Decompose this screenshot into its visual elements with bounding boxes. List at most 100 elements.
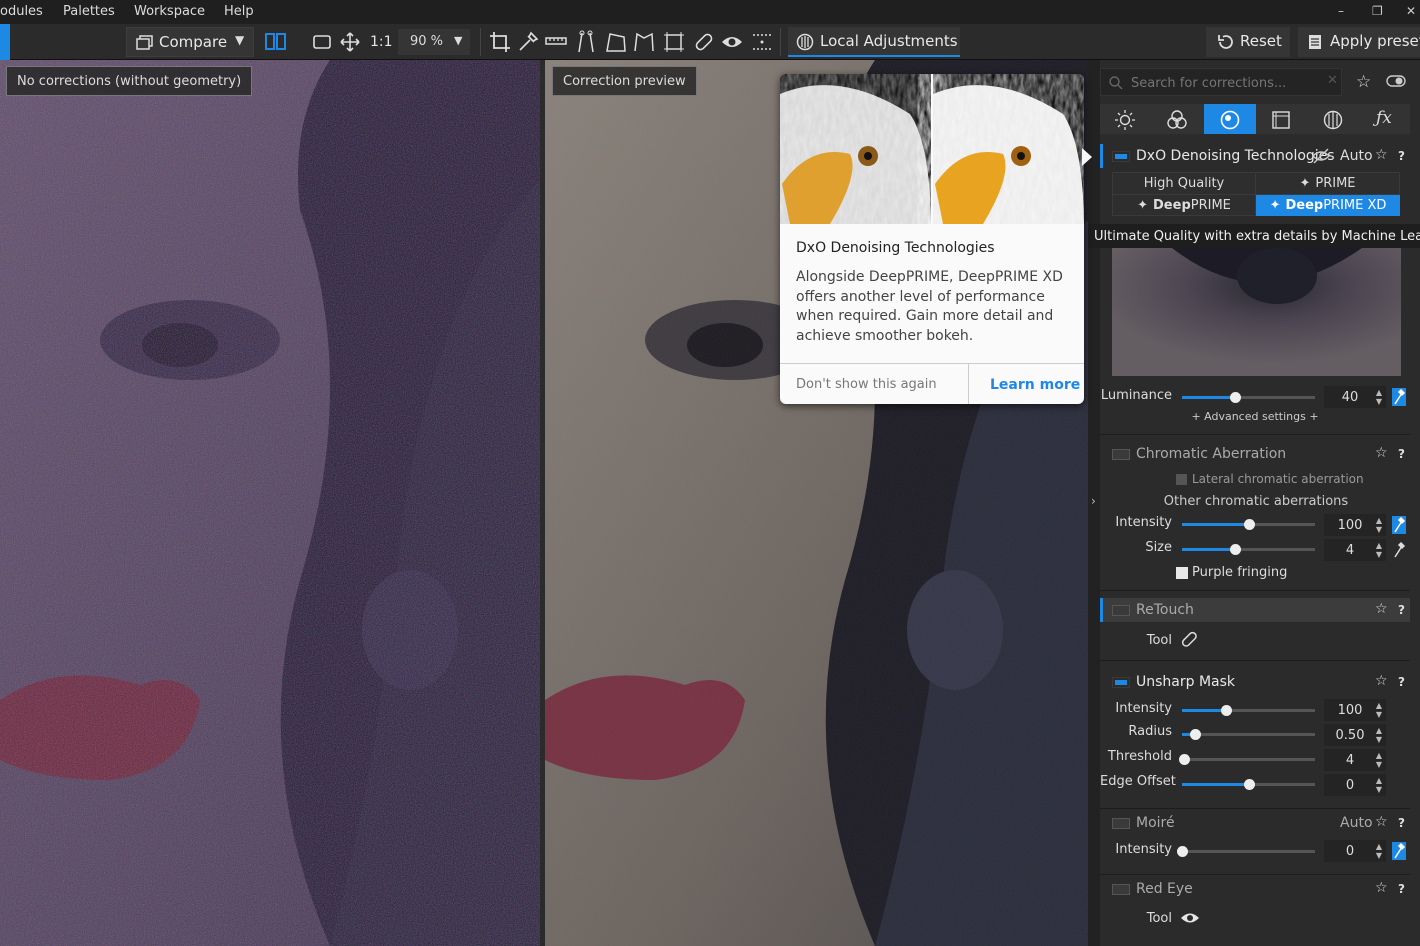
auto-wand-icon[interactable] xyxy=(1392,541,1406,559)
dont-show-again-button[interactable]: Don't show this again xyxy=(796,377,937,392)
restore-icon[interactable]: ❐ xyxy=(1372,4,1383,18)
unsharp-help-icon[interactable]: ? xyxy=(1398,675,1405,689)
panel-collapse-strip[interactable]: › xyxy=(1088,60,1100,946)
auto-wand-icon[interactable] xyxy=(1392,516,1406,534)
toggle-icon[interactable] xyxy=(1386,74,1406,88)
sl-um-edge-knob[interactable] xyxy=(1243,779,1255,790)
retouch-favorite-icon[interactable]: ☆ xyxy=(1375,601,1388,617)
show-mask-icon[interactable] xyxy=(750,30,774,54)
menu-workspace[interactable]: Workspace xyxy=(134,4,205,19)
ca-intensity-input[interactable]: 100 ▲ ▼ xyxy=(1324,514,1386,536)
auto-wand-icon[interactable] xyxy=(1392,842,1406,860)
redeye-help-icon[interactable]: ? xyxy=(1398,882,1405,896)
ca-size-input[interactable]: 4 ▲ ▼ xyxy=(1324,539,1386,561)
volume-deformation-icon[interactable] xyxy=(662,30,686,54)
sl-um-int-knob[interactable] xyxy=(1221,705,1233,716)
compare-dropdown-icon[interactable]: ▼ xyxy=(235,33,244,47)
perspective-8pt-icon[interactable] xyxy=(632,30,656,54)
moire-enable-checkbox[interactable] xyxy=(1112,818,1130,829)
denoise-auto-label[interactable]: Auto xyxy=(1340,148,1373,164)
sl-moire-knob[interactable] xyxy=(1177,846,1188,857)
apply-preset-button[interactable]: Apply preset xyxy=(1298,27,1420,57)
moire-favorite-icon[interactable]: ☆ xyxy=(1375,814,1388,830)
menu-help[interactable]: Help xyxy=(224,4,254,19)
clear-search-icon[interactable]: ✕ xyxy=(1327,73,1338,88)
denoise-help-icon[interactable]: ? xyxy=(1398,149,1405,163)
tab-local-icon[interactable] xyxy=(1322,109,1344,131)
moire-intensity-input[interactable]: 0 ▲ ▼ xyxy=(1324,840,1386,862)
mode-deepprime-xd[interactable]: ✦ Deep PRIME XD xyxy=(1256,195,1400,216)
redeye-enable-checkbox[interactable] xyxy=(1112,884,1130,895)
zoom-select[interactable]: 90 % ▼ xyxy=(398,29,470,55)
repair-icon[interactable] xyxy=(692,30,716,54)
local-adjustments-button[interactable]: Local Adjustments xyxy=(788,27,960,57)
retouch-enable-checkbox[interactable] xyxy=(1112,605,1130,616)
purple-fringing-checkbox[interactable] xyxy=(1176,567,1188,579)
perspective-rect-icon[interactable] xyxy=(604,30,628,54)
perspective-icon[interactable] xyxy=(574,30,598,54)
tab-detail[interactable] xyxy=(1204,104,1256,134)
compare-button[interactable]: Compare ▼ xyxy=(126,27,254,57)
spinner-icon[interactable]: ▲ ▼ xyxy=(1376,541,1382,559)
red-eye-tool-icon[interactable] xyxy=(1180,911,1200,925)
horizon-icon[interactable] xyxy=(544,30,568,54)
um-radius-slider[interactable] xyxy=(1182,733,1315,736)
split-view-button[interactable] xyxy=(262,27,290,57)
um-threshold-slider[interactable] xyxy=(1182,758,1315,761)
chromatic-enable-checkbox[interactable] xyxy=(1112,449,1130,460)
mode-prime[interactable]: ✦ PRIME xyxy=(1256,173,1399,195)
tab-geometry-icon[interactable] xyxy=(1270,109,1292,131)
favorites-star-icon[interactable]: ☆ xyxy=(1356,72,1371,92)
sl-lum-knob[interactable] xyxy=(1230,392,1242,403)
um-radius-input[interactable]: 0.50 ▲ ▼ xyxy=(1324,724,1386,746)
spinner-icon[interactable]: ▲ ▼ xyxy=(1376,751,1382,769)
um-intensity-input[interactable]: 100 ▲ ▼ xyxy=(1324,699,1386,721)
search-box[interactable]: ✕ xyxy=(1100,68,1342,96)
menu-palettes[interactable]: Palettes xyxy=(63,4,115,19)
um-edge-input[interactable]: 0 ▲ ▼ xyxy=(1324,774,1386,796)
menu-modules[interactable]: odules xyxy=(0,4,43,19)
mode-deepprime[interactable]: ✦ Deep PRIME xyxy=(1113,195,1256,216)
sl-um-rad-knob[interactable] xyxy=(1190,729,1202,740)
luminance-input[interactable]: 40 ▲ ▼ xyxy=(1324,386,1386,408)
unsharp-favorite-icon[interactable]: ☆ xyxy=(1375,673,1388,689)
tab-light-icon[interactable] xyxy=(1114,109,1136,131)
denoise-loupe-preview[interactable] xyxy=(1112,248,1401,376)
spinner-icon[interactable]: ▲ ▼ xyxy=(1376,516,1382,534)
eye-hidden-icon[interactable] xyxy=(1312,148,1330,164)
moire-help-icon[interactable]: ? xyxy=(1398,816,1405,830)
chevron-right-icon[interactable]: › xyxy=(1091,494,1096,508)
unsharp-enable-checkbox[interactable] xyxy=(1112,677,1130,688)
denoise-enable-checkbox[interactable] xyxy=(1112,151,1130,162)
minimize-icon[interactable]: – xyxy=(1338,4,1344,18)
fit-screen-icon[interactable] xyxy=(310,30,334,54)
chromatic-favorite-icon[interactable]: ☆ xyxy=(1375,445,1388,461)
sl-ca-int-knob[interactable] xyxy=(1243,519,1255,530)
tab-effects-icon[interactable]: ƒx xyxy=(1376,108,1392,128)
spinner-icon[interactable]: ▲ ▼ xyxy=(1376,842,1382,860)
reset-button[interactable]: Reset xyxy=(1206,27,1290,57)
spinner-icon[interactable]: ▲ ▼ xyxy=(1376,388,1382,406)
moire-intensity-slider[interactable] xyxy=(1182,850,1315,853)
retouch-help-icon[interactable]: ? xyxy=(1398,603,1405,617)
learn-more-button[interactable]: Learn more xyxy=(990,377,1080,393)
auto-wand-icon[interactable] xyxy=(1392,388,1406,406)
redeye-favorite-icon[interactable]: ☆ xyxy=(1375,880,1388,896)
spinner-icon[interactable]: ▲ ▼ xyxy=(1376,726,1382,744)
search-input[interactable] xyxy=(1131,73,1321,93)
tab-color-icon[interactable] xyxy=(1166,109,1188,131)
crop-icon[interactable] xyxy=(488,30,512,54)
spinner-icon[interactable]: ▲ ▼ xyxy=(1376,701,1382,719)
moire-auto-label[interactable]: Auto xyxy=(1340,815,1373,831)
chromatic-help-icon[interactable]: ? xyxy=(1398,447,1405,461)
viewer-original[interactable]: No corrections (without geometry) xyxy=(0,60,540,946)
repair-tool-icon[interactable] xyxy=(1180,630,1198,648)
advanced-settings-link[interactable]: + Advanced settings + xyxy=(1100,410,1410,423)
eyedropper-icon[interactable] xyxy=(516,30,540,54)
spinner-icon[interactable]: ▲ ▼ xyxy=(1376,776,1382,794)
denoise-favorite-icon[interactable]: ☆ xyxy=(1375,147,1388,163)
um-threshold-input[interactable]: 4 ▲ ▼ xyxy=(1324,749,1386,771)
sl-um-thr-knob[interactable] xyxy=(1179,754,1191,765)
sl-ca-size-knob[interactable] xyxy=(1230,544,1242,555)
red-eye-icon[interactable] xyxy=(720,30,744,54)
